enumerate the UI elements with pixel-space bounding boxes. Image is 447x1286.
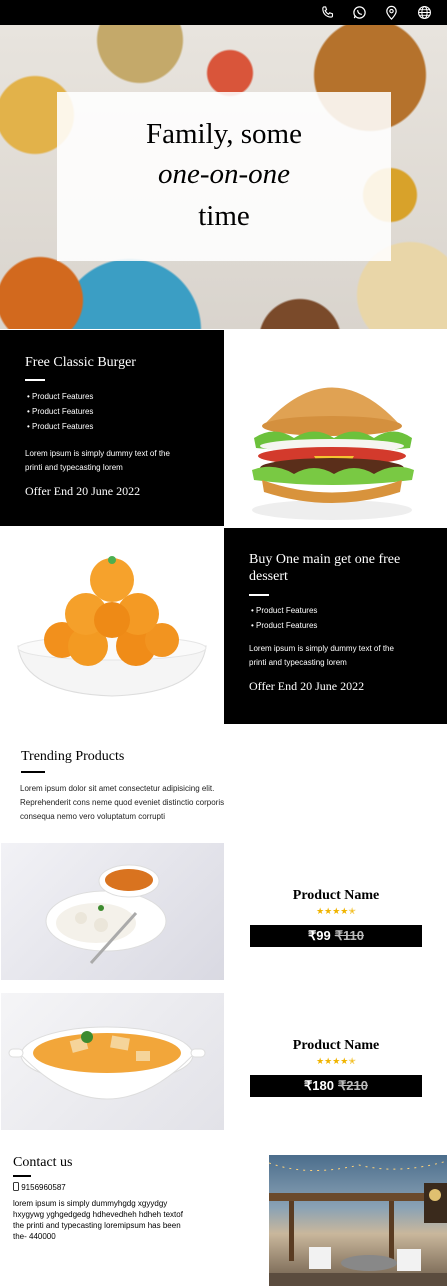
restaurant-patio-image xyxy=(269,1155,447,1286)
product-price-bar: ₹180 ₹210 xyxy=(250,1075,422,1097)
offer-dessert-panel: Buy One main get one free dessert • Prod… xyxy=(224,528,447,724)
hero-card: Family, some one-on-one time xyxy=(57,92,391,261)
offer-burger-panel: Free Classic Burger • Product Features •… xyxy=(0,330,224,526)
whatsapp-icon[interactable] xyxy=(352,5,367,20)
hero-heading-line2: one-on-one xyxy=(157,158,291,190)
title-underline xyxy=(25,379,45,381)
offer-description: Lorem ipsum is simply dummy text of the … xyxy=(25,449,170,472)
hero-heading-line3: time xyxy=(198,200,250,232)
burger-image xyxy=(224,330,447,526)
offer-end-date: Offer End 20 June 2022 xyxy=(249,679,365,693)
feature-item: • Product Features xyxy=(27,407,94,416)
laddu-dessert-image xyxy=(0,528,224,724)
contact-description: lorem ipsum is simply dummyhgdg xgyydgy … xyxy=(13,1199,183,1241)
globe-icon[interactable] xyxy=(417,5,432,20)
product-price: ₹180 xyxy=(304,1078,334,1093)
offer-description: Lorem ipsum is simply dummy text of the … xyxy=(249,644,394,667)
hero-banner: Family, some one-on-one time xyxy=(0,25,447,329)
product-rating-stars: ★★★★✭ xyxy=(316,1056,356,1066)
offer-end-date: Offer End 20 June 2022 xyxy=(25,484,141,498)
feature-item: • Product Features xyxy=(27,392,94,401)
mobile-phone-icon xyxy=(13,1182,19,1191)
product-name[interactable]: Product Name xyxy=(250,1038,422,1054)
product-old-price: ₹110 xyxy=(334,928,364,943)
feature-item: • Product Features xyxy=(27,422,94,431)
trending-title: Trending Products xyxy=(21,749,125,764)
offer-title: Buy One main get one free dessert xyxy=(249,552,401,584)
phone-icon[interactable] xyxy=(320,5,335,20)
top-bar xyxy=(0,0,447,25)
product-rating-stars: ★★★★✭ xyxy=(316,906,356,916)
product-name[interactable]: Product Name xyxy=(250,888,422,904)
contact-phone[interactable]: 9156960587 xyxy=(13,1182,66,1192)
product-price: ₹99 xyxy=(308,928,331,943)
feature-item: • Product Features xyxy=(251,621,318,630)
trending-underline xyxy=(21,771,45,773)
product-image-paneer-curry xyxy=(1,993,224,1130)
product-old-price: ₹210 xyxy=(338,1078,368,1093)
trending-description: Lorem ipsum dolor sit amet consectetur a… xyxy=(20,784,225,821)
phone-number: 9156960587 xyxy=(21,1183,66,1192)
offer-title: Free Classic Burger xyxy=(25,355,136,370)
location-pin-icon[interactable] xyxy=(384,5,399,20)
title-underline xyxy=(249,594,269,596)
contact-underline xyxy=(13,1175,31,1177)
contact-title: Contact us xyxy=(13,1155,73,1170)
hero-heading-line1: Family, some xyxy=(145,118,302,150)
feature-item: • Product Features xyxy=(251,606,318,615)
product-image-rice-curry xyxy=(1,843,224,980)
product-price-bar: ₹99 ₹110 xyxy=(250,925,422,947)
